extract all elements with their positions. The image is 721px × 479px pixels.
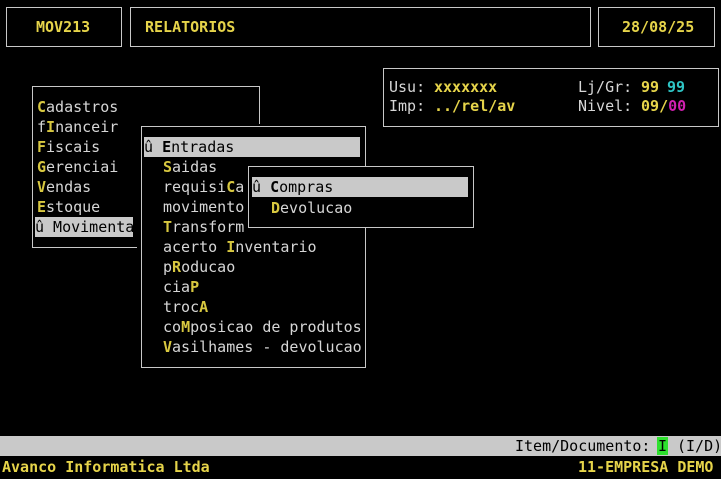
submenu-item-text: a	[235, 178, 245, 196]
level-value: 09	[641, 97, 660, 115]
entradas-submenu	[245, 166, 475, 228]
program-code: MOV213	[36, 18, 91, 36]
main-menu-item-text: iscais	[46, 138, 101, 156]
company-name: Avanco Informatica Ltda	[2, 458, 210, 476]
main-menu-item-hotkey: C	[37, 98, 47, 116]
submenu-item-hotkey: C	[226, 178, 236, 196]
main-menu-item-text: û Movimenta	[35, 218, 135, 236]
main-menu-item-text: erenciai	[46, 158, 119, 176]
footer: Avanco Informatica Ltda 11-EMPRESA DEMO	[0, 457, 721, 477]
main-menu-item-hotkey: F	[37, 138, 47, 156]
group-value: 99	[667, 78, 686, 96]
submenu-item-hotkey: T	[163, 218, 173, 236]
submenu-item-text: ransform	[172, 218, 245, 236]
main-menu-item[interactable]: û Movimenta	[35, 217, 135, 237]
main-menu-item-hotkey: V	[37, 178, 47, 196]
document-type-input[interactable]: I	[657, 437, 669, 455]
user-value: xxxxxxx	[434, 78, 498, 96]
submenu-item-text: nventario	[235, 238, 317, 256]
submenu-item-hotkey: S	[163, 158, 173, 176]
submenu-item[interactable]: Vasilhames - devolucao	[163, 337, 362, 357]
main-menu-item[interactable]: Fiscais	[37, 137, 100, 157]
status-options: (I/D)	[677, 437, 721, 455]
printer-label: Imp:	[389, 97, 426, 115]
submenu-item[interactable]: movimento	[163, 197, 244, 217]
status-prompt: Item/Documento:	[515, 437, 651, 455]
printer-value: ../rel/av	[434, 97, 516, 115]
submenu-item-text: requisi	[163, 178, 227, 196]
entradas-menu-item-hotkey: D	[271, 199, 281, 217]
main-menu-item-text: nanceir	[55, 118, 119, 136]
submenu-item[interactable]: trocA	[163, 297, 208, 317]
main-menu-item[interactable]: Gerenciai	[37, 157, 118, 177]
submenu-item-hotkey: V	[163, 338, 173, 356]
enterprise-name: 11-EMPRESA DEMO	[578, 458, 714, 476]
entradas-menu-item[interactable]: Devolucao	[271, 198, 352, 218]
submenu-item-text: oducao	[181, 258, 236, 276]
submenu-item-text: co	[163, 318, 182, 336]
level-separator: /	[659, 97, 669, 115]
main-menu-item-hotkey: G	[37, 158, 47, 176]
main-menu-item[interactable]: Cadastros	[37, 97, 118, 117]
submenu-item[interactable]: Transform	[163, 217, 244, 237]
main-menu-item[interactable]: Vendas	[37, 177, 91, 197]
submenu-item-text: aidas	[172, 158, 218, 176]
submenu-item[interactable]: pRoducao	[163, 257, 235, 277]
store-label: Lj/Gr:	[578, 78, 633, 96]
main-menu-item[interactable]: fInanceir	[37, 117, 118, 137]
submenu-item-hotkey: P	[190, 278, 200, 296]
user-label: Usu:	[389, 78, 426, 96]
entradas-submenu-frame	[248, 166, 474, 228]
submenu-item-text: troc	[163, 298, 200, 316]
submenu-item[interactable]: û Entradas	[144, 137, 360, 157]
main-menu-item-hotkey: I	[46, 118, 56, 136]
submenu-item[interactable]: ciaP	[163, 277, 199, 297]
status-bar: Item/Documento: I (I/D)	[0, 436, 721, 456]
submenu-item-text: posicao de produtos	[190, 318, 362, 336]
store-value: 99	[641, 78, 660, 96]
main-menu-item-text: stoque	[46, 198, 101, 216]
submenu-item-text: cia	[163, 278, 191, 296]
submenu-item-text: ntradas	[171, 138, 235, 156]
submenu-item-text: asilhames - devolucao	[172, 338, 362, 356]
main-menu-item-text: f	[37, 118, 47, 136]
submenu-item[interactable]: coMposicao de produtos	[163, 317, 362, 337]
main-menu-item-text: adastros	[46, 98, 119, 116]
current-date: 28/08/25	[622, 18, 695, 36]
level-value-secondary: 00	[668, 97, 687, 115]
entradas-menu-item-text: evolucao	[280, 199, 353, 217]
submenu-item-hotkey: M	[181, 318, 191, 336]
submenu-item[interactable]: Saidas	[163, 157, 217, 177]
submenu-item-hotkey: E	[162, 138, 172, 156]
entradas-menu-item-text: ompras	[279, 178, 334, 196]
level-values: 09/00	[641, 97, 686, 115]
entradas-menu-item[interactable]: û Compras	[252, 177, 468, 197]
entradas-menu-item-hotkey: C	[270, 178, 280, 196]
main-menu-item[interactable]: Estoque	[37, 197, 100, 217]
main-menu-item-text: endas	[46, 178, 92, 196]
submenu-item-text: acerto	[163, 238, 227, 256]
submenu-item-hotkey: R	[172, 258, 182, 276]
submenu-item-hotkey: I	[226, 238, 236, 256]
entradas-menu-item-text: û	[252, 178, 271, 196]
submenu-item[interactable]: acerto Inventario	[163, 237, 317, 257]
level-label: Nivel:	[578, 97, 633, 115]
submenu-item[interactable]: requisiCa	[163, 177, 244, 197]
submenu-item-hotkey: A	[199, 298, 209, 316]
submenu-item-text: û	[144, 138, 163, 156]
submenu-item-text: p	[163, 258, 173, 276]
main-menu-item-hotkey: E	[37, 198, 47, 216]
module-title: RELATORIOS	[145, 18, 236, 36]
submenu-item-text: movimento	[163, 198, 245, 216]
